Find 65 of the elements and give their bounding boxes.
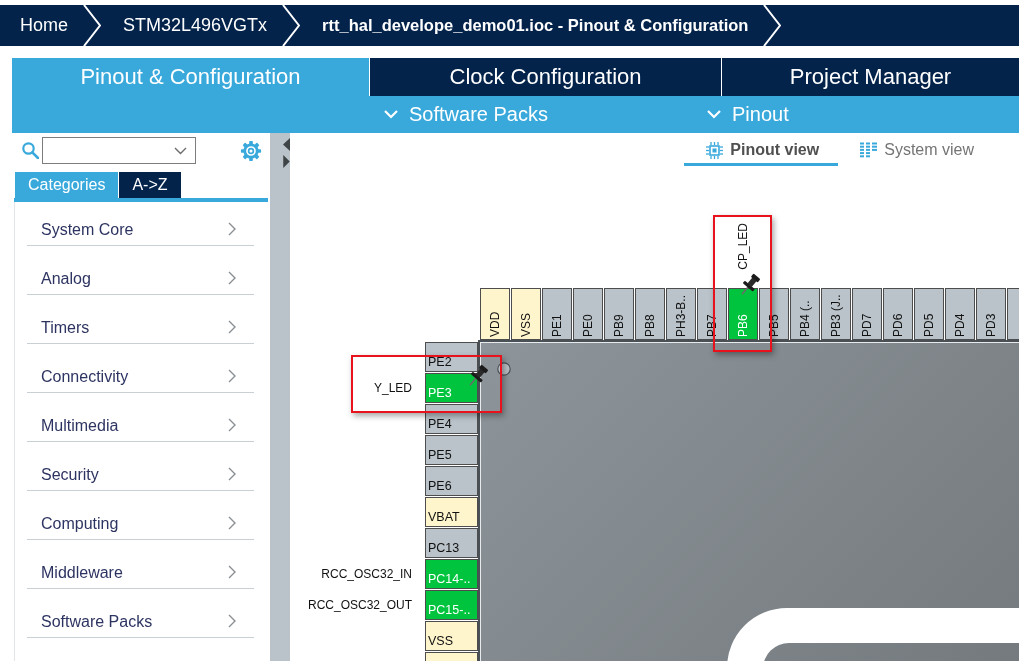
pin[interactable]: PD6 bbox=[883, 288, 913, 340]
category-item[interactable]: System Core bbox=[27, 202, 254, 246]
category-item[interactable]: Connectivity bbox=[27, 349, 254, 393]
main-tab[interactable]: Clock Configuration bbox=[370, 58, 721, 96]
view-tab[interactable]: Pinout view bbox=[684, 137, 839, 166]
sidebar-tab[interactable]: A->Z bbox=[119, 172, 181, 198]
chevron-right-icon bbox=[228, 565, 236, 579]
chevron-right-icon bbox=[228, 467, 236, 481]
search-icon[interactable] bbox=[22, 142, 39, 159]
category-item[interactable]: Computing bbox=[27, 496, 254, 540]
signal-label: CP_LED bbox=[736, 223, 750, 270]
chevron-right-icon bbox=[228, 320, 236, 334]
chip-icon bbox=[706, 141, 724, 159]
current-page-label: rtt_hal_develope_demo01.ioc - Pinout & Configuration bbox=[322, 16, 749, 35]
chevron-down-icon bbox=[384, 110, 398, 119]
category-item[interactable]: Analog bbox=[27, 251, 254, 295]
category-item[interactable]: Security bbox=[27, 447, 254, 491]
pin[interactable]: PH3-B.. bbox=[666, 288, 696, 340]
signal-label: RCC_OSC32_OUT bbox=[307, 598, 412, 612]
right-triangle-icon[interactable] bbox=[283, 155, 290, 168]
pin[interactable]: PE2 bbox=[425, 342, 478, 372]
pin[interactable]: PE4 bbox=[425, 404, 478, 434]
pin[interactable]: VSS bbox=[425, 621, 478, 651]
left-triangle-icon[interactable] bbox=[283, 138, 290, 151]
pin[interactable]: PC13 bbox=[425, 528, 478, 558]
category-item[interactable]: Multimedia bbox=[27, 398, 254, 442]
category-item[interactable]: Timers bbox=[27, 300, 254, 344]
signal-label: Y_LED bbox=[373, 381, 412, 395]
pin[interactable]: VDD bbox=[480, 288, 510, 340]
breadcrumb-link[interactable]: Home bbox=[20, 15, 68, 36]
breadcrumb-link[interactable]: STM32L496VGTx bbox=[123, 15, 268, 36]
main-tab[interactable]: Project Manager bbox=[722, 58, 1019, 96]
view-tab[interactable]: System view bbox=[838, 137, 993, 166]
pin[interactable]: PD7 bbox=[852, 288, 882, 340]
pin[interactable]: PB9 bbox=[604, 288, 634, 340]
category-item[interactable]: Software Packs bbox=[27, 594, 254, 638]
pin[interactable]: PE5 bbox=[425, 435, 478, 465]
pin[interactable]: PB3 (J.. bbox=[821, 288, 851, 340]
pin[interactable]: PE0 bbox=[573, 288, 603, 340]
pin[interactable]: PB8 bbox=[635, 288, 665, 340]
settings-icon[interactable] bbox=[240, 139, 262, 162]
pin[interactable]: VBAT bbox=[425, 497, 478, 527]
pin[interactable]: PD3 bbox=[976, 288, 1006, 340]
breadcrumb-chevron-icon bbox=[282, 5, 301, 46]
signal-label: RCC_OSC32_IN bbox=[321, 567, 412, 581]
chevron-right-icon bbox=[228, 369, 236, 383]
chevron-down-icon[interactable] bbox=[174, 146, 187, 155]
chevron-right-icon bbox=[228, 418, 236, 432]
chevron-down-icon bbox=[707, 110, 721, 119]
pin[interactable]: PD4 bbox=[945, 288, 975, 340]
pin[interactable]: PE1 bbox=[542, 288, 572, 340]
circle-marker-icon bbox=[497, 362, 511, 376]
pin[interactable]: PE6 bbox=[425, 466, 478, 496]
category-item[interactable]: Middleware bbox=[27, 545, 254, 589]
breadcrumb-chevron-icon bbox=[763, 5, 782, 46]
search-combo-field[interactable] bbox=[42, 137, 196, 164]
pin[interactable]: PB4 (.. bbox=[790, 288, 820, 340]
grid-icon bbox=[860, 141, 878, 159]
pin[interactable]: PD5 bbox=[914, 288, 944, 340]
chevron-right-icon bbox=[228, 222, 236, 236]
pin[interactable]: VSS bbox=[511, 288, 541, 340]
chevron-right-icon bbox=[228, 614, 236, 628]
chevron-right-icon bbox=[228, 516, 236, 530]
breadcrumb-chevron-icon bbox=[83, 5, 101, 46]
chevron-right-icon bbox=[228, 271, 236, 285]
